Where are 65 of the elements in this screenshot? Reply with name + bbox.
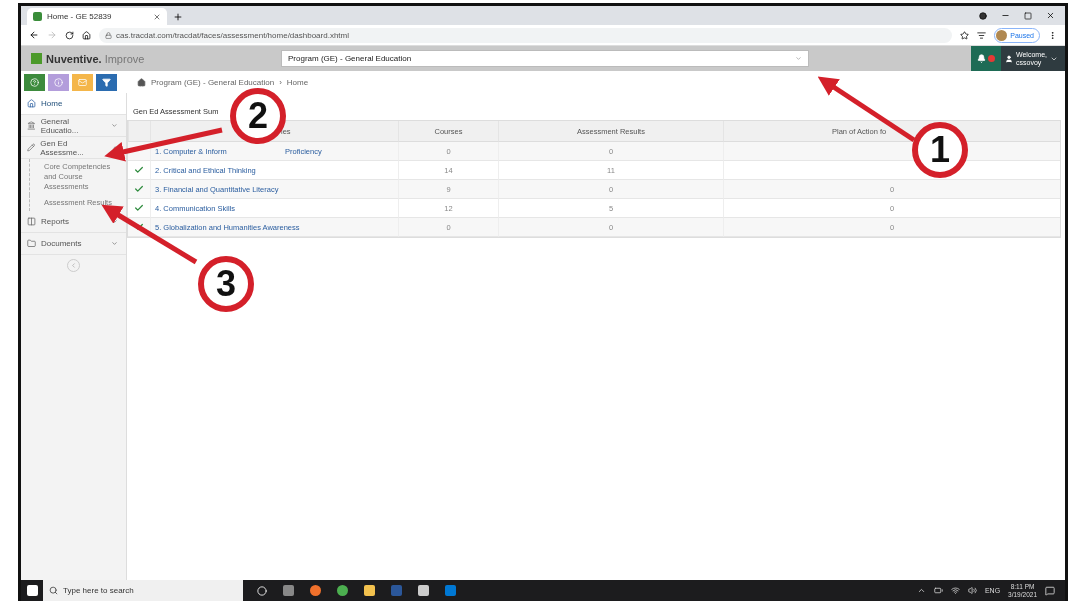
breadcrumb-link[interactable]: Home [286, 77, 309, 87]
address-bar[interactable]: cas.tracdat.com/tracdat/faces/assessment/home/dashboard.xhtml [99, 27, 953, 43]
app-logo-text: Nuventive. Improve [46, 52, 145, 65]
chrome-icon[interactable] [337, 585, 348, 596]
home-icon[interactable] [137, 77, 146, 87]
notifications-icon[interactable] [1045, 585, 1055, 596]
more-icon[interactable] [1048, 30, 1057, 40]
sidebar-label: Home [41, 99, 63, 108]
outlook-icon[interactable] [445, 585, 456, 596]
back-icon[interactable] [29, 30, 39, 40]
breadcrumb-link[interactable]: Program (GE) - General Education [151, 77, 275, 87]
help-icon [30, 77, 39, 87]
star-icon[interactable] [960, 30, 970, 40]
taskbar-search-field[interactable]: Type here to search [43, 580, 243, 601]
app-icon[interactable] [418, 585, 429, 596]
home-icon[interactable] [82, 30, 91, 40]
battery-icon[interactable] [933, 586, 943, 595]
user-icon [1005, 54, 1013, 63]
sidebar-icon [27, 239, 36, 248]
bell-icon [977, 54, 986, 63]
sidebar-icon [27, 99, 36, 108]
info-icon [54, 77, 63, 87]
task-view-icon[interactable] [283, 585, 294, 596]
select-value: Program (GE) - General Education [288, 54, 412, 63]
chevron-left-icon [70, 262, 77, 269]
tab-title: Home - GE 52839 [47, 12, 112, 21]
notifications-button[interactable] [971, 46, 1001, 71]
sidebar-icon [27, 121, 36, 130]
sidebar-label: Gen Ed Assessme... [40, 138, 85, 157]
maximize-icon[interactable] [1024, 11, 1032, 20]
tray-expand-icon[interactable] [916, 586, 926, 595]
windows-start-icon[interactable] [26, 585, 38, 596]
reload-icon[interactable] [65, 30, 74, 40]
logo-icon [31, 53, 42, 64]
filter-button[interactable] [96, 73, 117, 91]
reading-list-icon[interactable] [977, 30, 987, 40]
breadcrumb-separator: › [279, 77, 282, 87]
file-explorer-icon[interactable] [364, 585, 375, 596]
sidebar-label: General Educatio... [40, 116, 80, 135]
close-icon[interactable] [1046, 11, 1055, 20]
sidebar-item[interactable]: Home [21, 93, 126, 115]
sidebar-item[interactable]: Documents [21, 233, 126, 255]
filter-icon [102, 77, 111, 87]
sidebar-item[interactable]: Gen Ed Assessme... [21, 137, 126, 159]
browser-tab[interactable]: Home - GE 52839 [27, 8, 167, 25]
unit-select[interactable]: Program (GE) - General Education [281, 50, 809, 67]
sidebar-item[interactable]: General Educatio... [21, 115, 126, 137]
mail-icon [78, 77, 87, 87]
volume-icon[interactable] [967, 586, 977, 595]
search-icon [49, 586, 58, 595]
record-icon[interactable] [979, 11, 987, 20]
firefox-icon[interactable] [310, 585, 321, 596]
sidebar-item[interactable]: Reports [21, 211, 126, 233]
favicon [33, 12, 42, 21]
sidebar-icon [27, 217, 36, 226]
avatar-icon [996, 29, 1008, 41]
sidebar-label: Documents [41, 239, 82, 248]
cortana-icon[interactable] [257, 585, 267, 596]
network-icon[interactable] [950, 586, 960, 595]
help-button[interactable] [24, 73, 45, 91]
sidebar-label: Reports [41, 217, 69, 226]
caret-icon [795, 55, 802, 62]
new-tab-icon[interactable] [173, 12, 183, 22]
sidebar-icon [27, 143, 36, 152]
close-icon[interactable] [153, 12, 161, 21]
